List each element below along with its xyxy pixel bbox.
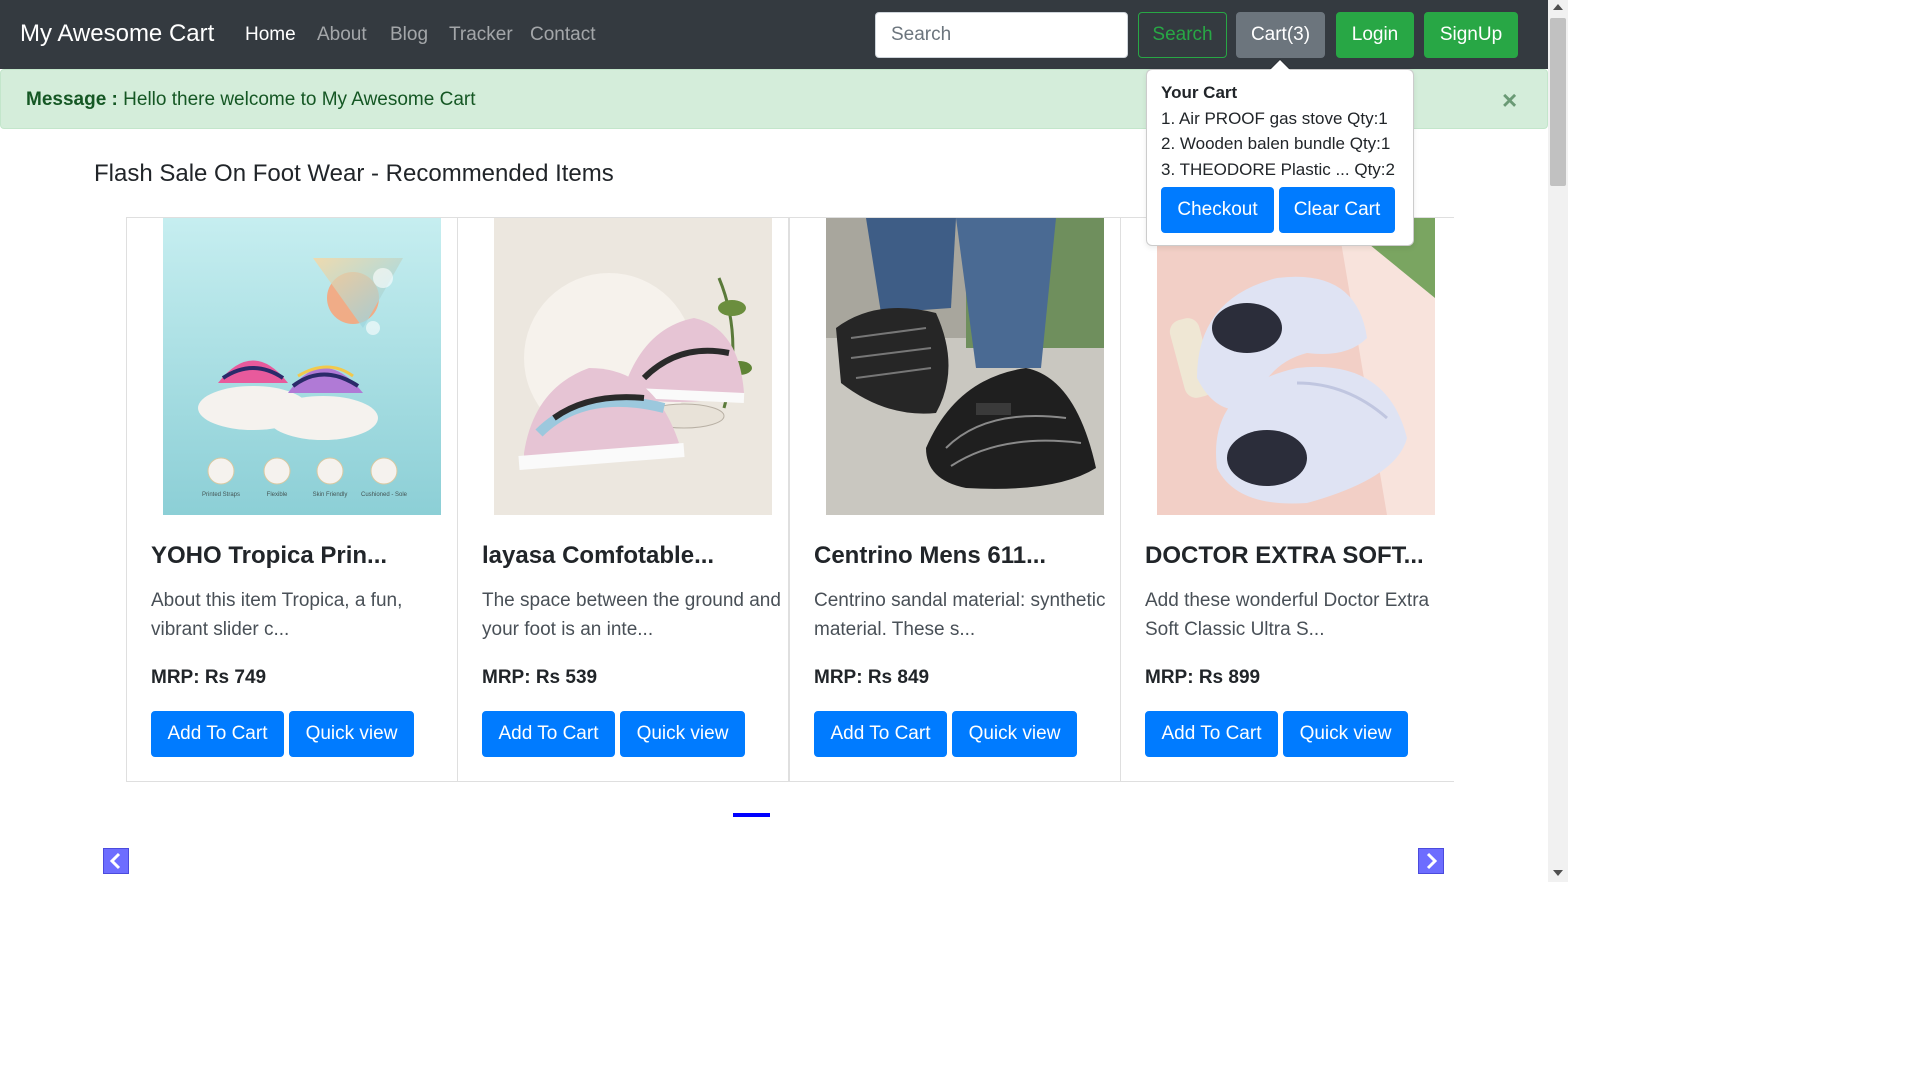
product-description: About this item Tropica, a fun, vibrant … — [151, 590, 403, 640]
scrollbar-thumb[interactable] — [1550, 18, 1566, 186]
product-title: DOCTOR EXTRA SOFT... — [1145, 542, 1424, 569]
carousel-next-button[interactable] — [1418, 848, 1444, 874]
popover-arrow-inner — [1270, 60, 1290, 70]
scroll-down-icon[interactable] — [1553, 870, 1563, 876]
product-description: The space between the ground and your fo… — [482, 590, 781, 640]
product-price: MRP: Rs 539 — [482, 667, 598, 688]
image-caption: Printed Straps — [202, 492, 240, 498]
chevron-left-icon — [109, 852, 121, 870]
clear-cart-button[interactable]: Clear Cart — [1279, 187, 1395, 233]
cart-popover: Your Cart 1. Air PROOF gas stove Qty:1 2… — [1146, 69, 1414, 246]
cart-button[interactable]: Cart(3) — [1236, 12, 1325, 58]
leather-sandal-image — [826, 218, 1104, 515]
add-to-cart-button[interactable]: Add To Cart — [1145, 711, 1278, 757]
product-description: Add these wonderful Doctor Extra Soft Cl… — [1145, 590, 1430, 640]
product-price: MRP: Rs 849 — [814, 667, 930, 688]
signup-button[interactable]: SignUp — [1424, 12, 1518, 58]
cart-item: 1. Air PROOF gas stove Qty:1 — [1161, 109, 1388, 128]
product-card: DOCTOR EXTRA SOFT... Add these wonderful… — [1120, 217, 1454, 782]
alert-text: Hello there welcome to My Awesome Cart — [123, 89, 476, 110]
alert-message: Message : Hello there welcome to My Awes… — [26, 89, 476, 111]
image-caption: Skin Friendly — [313, 492, 348, 498]
product-price: MRP: Rs 899 — [1145, 667, 1261, 688]
quick-view-button[interactable]: Quick view — [952, 711, 1077, 757]
quick-view-button[interactable]: Quick view — [289, 711, 414, 757]
sneaker-image — [494, 218, 772, 515]
carousel-prev-button[interactable] — [103, 848, 129, 874]
search-input[interactable] — [875, 12, 1128, 58]
scroll-up-icon[interactable] — [1553, 4, 1563, 10]
cart-item: 2. Wooden balen bundle Qty:1 — [1161, 134, 1391, 153]
quick-view-button[interactable]: Quick view — [1283, 711, 1408, 757]
alert-label: Message : — [26, 89, 118, 110]
login-button[interactable]: Login — [1336, 12, 1414, 58]
slider-sandal-image: Printed Straps Flexible Skin Friendly Cu… — [163, 218, 441, 515]
product-title: Centrino Mens 611... — [814, 542, 1047, 569]
popover-title: Your Cart — [1161, 83, 1238, 102]
close-icon[interactable]: × — [1502, 87, 1517, 113]
navbar: My Awesome Cart Home About Blog Tracker … — [0, 0, 1548, 69]
product-title: YOHO Tropica Prin... — [151, 542, 388, 569]
soft-slider-image — [1157, 218, 1435, 515]
nav-link-tracker[interactable]: Tracker — [449, 24, 513, 46]
image-caption: Flexible — [267, 492, 288, 498]
section-title: Flash Sale On Foot Wear - Recommended It… — [94, 160, 614, 187]
quick-view-button[interactable]: Quick view — [620, 711, 745, 757]
checkout-button[interactable]: Checkout — [1161, 187, 1274, 233]
chevron-right-icon — [1426, 852, 1438, 870]
product-card: Printed Straps Flexible Skin Friendly Cu… — [126, 217, 458, 782]
nav-link-blog[interactable]: Blog — [390, 24, 428, 46]
product-title: layasa Comfotable... — [482, 542, 715, 569]
brand-logo[interactable]: My Awesome Cart — [20, 20, 214, 48]
image-caption: Cushioned - Sole — [361, 492, 408, 498]
nav-link-home[interactable]: Home — [245, 24, 296, 46]
product-card: layasa Comfotable... The space between t… — [457, 217, 789, 782]
product-description: Centrino sandal material: synthetic mate… — [814, 590, 1106, 640]
product-card: Centrino Mens 611... Centrino sandal mat… — [789, 217, 1121, 782]
carousel-indicator[interactable] — [733, 813, 770, 817]
cart-item: 3. THEODORE Plastic ... Qty:2 — [1161, 160, 1395, 179]
add-to-cart-button[interactable]: Add To Cart — [151, 711, 284, 757]
nav-link-contact[interactable]: Contact — [530, 24, 595, 46]
search-button[interactable]: Search — [1138, 12, 1227, 58]
product-price: MRP: Rs 749 — [151, 667, 267, 688]
add-to-cart-button[interactable]: Add To Cart — [482, 711, 615, 757]
nav-link-about[interactable]: About — [317, 24, 367, 46]
add-to-cart-button[interactable]: Add To Cart — [814, 711, 947, 757]
